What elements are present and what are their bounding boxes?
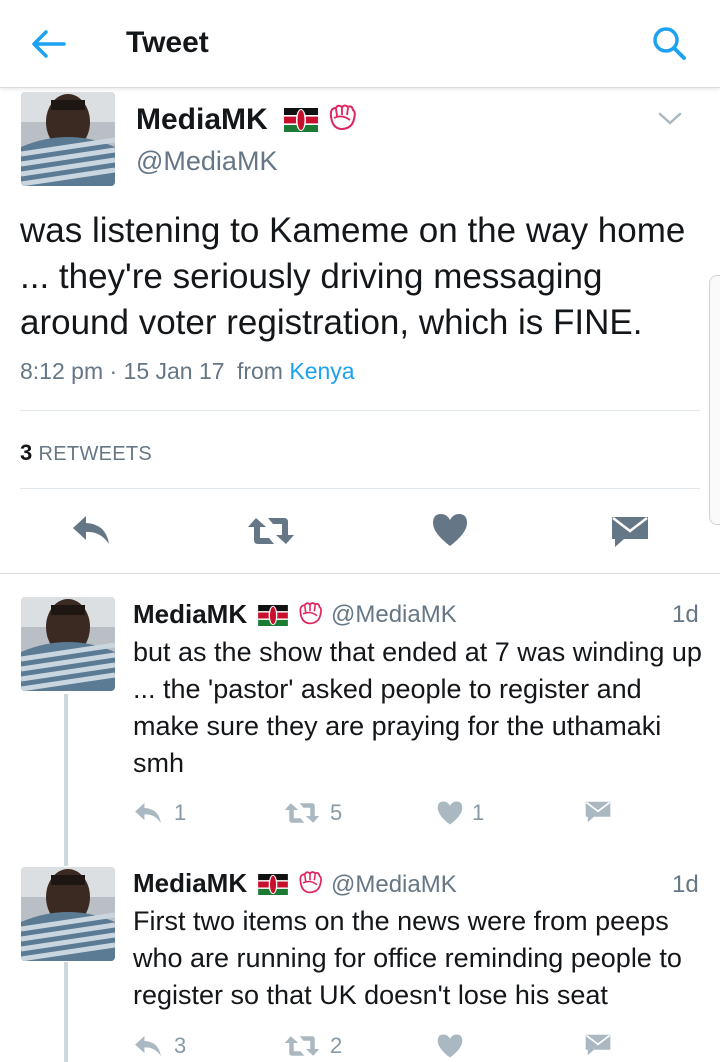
retweets-summary[interactable]: 3 RETWEETS: [20, 440, 152, 466]
reply-button[interactable]: [133, 800, 163, 831]
emoji-group: [258, 869, 323, 902]
search-icon: [653, 27, 686, 60]
retweet-button[interactable]: [247, 514, 295, 553]
reply-icon: [135, 1036, 161, 1056]
reply-handle[interactable]: @MediaMK: [331, 871, 457, 899]
like-count: 1: [472, 800, 485, 825]
tweet-options-button[interactable]: [656, 108, 684, 128]
heart-icon: [433, 514, 467, 546]
retweet-icon: [284, 803, 320, 823]
retweet-button[interactable]: [284, 800, 320, 831]
reply-count: 1: [174, 800, 187, 825]
search-button[interactable]: [648, 22, 692, 66]
reply-display-name[interactable]: MediaMK: [133, 599, 324, 633]
like-button[interactable]: [431, 512, 469, 553]
chevron-down-icon: [658, 112, 682, 125]
page-title: Tweet: [126, 26, 209, 59]
raised-fist-icon: [299, 601, 322, 624]
arrow-left-icon: [32, 30, 66, 58]
tweet-location-link[interactable]: Kenya: [289, 358, 354, 384]
direct-message-button[interactable]: [611, 515, 649, 554]
reply-text: First two items on the news were from pe…: [133, 906, 682, 1010]
heart-icon: [437, 801, 463, 825]
divider: [20, 488, 700, 489]
reply-text: but as the show that ended at 7 was wind…: [133, 637, 702, 778]
back-button[interactable]: [28, 26, 70, 62]
retweet-icon: [248, 518, 294, 544]
reply-icon: [135, 803, 161, 823]
raised-fist-icon: [299, 870, 322, 893]
avatar[interactable]: [21, 597, 115, 691]
avatar[interactable]: [21, 92, 115, 186]
reply-timestamp: 1d: [672, 871, 699, 898]
retweet-count: 5: [330, 800, 343, 825]
reply-timestamp: 1d: [672, 601, 699, 628]
reply-icon: [73, 516, 109, 544]
thread-line: [64, 694, 68, 866]
retweet-icon: [284, 1036, 320, 1056]
reply-handle[interactable]: @MediaMK: [331, 601, 457, 629]
reply-count: 3: [174, 1033, 187, 1058]
tweet-meta: 8:12 pm · 15 Jan 17 from Kenya: [20, 358, 355, 385]
tweet-timestamp: 8:12 pm · 15 Jan 17: [20, 358, 225, 384]
retweets-count: 3: [20, 440, 33, 465]
retweets-label: RETWEETS: [38, 443, 153, 465]
main-tweet-handle[interactable]: @MediaMK: [136, 146, 277, 177]
like-button[interactable]: [436, 800, 464, 831]
kenya-flag-icon: [258, 604, 289, 626]
top-bar: Tweet: [0, 0, 720, 88]
raised-fist-icon: [330, 104, 357, 131]
reply-button[interactable]: [70, 512, 112, 553]
like-button[interactable]: [436, 1033, 464, 1062]
direct-message-button[interactable]: [585, 800, 611, 829]
reply-button[interactable]: [133, 1033, 163, 1062]
reply-display-name[interactable]: MediaMK: [133, 868, 324, 902]
envelope-icon: [585, 801, 611, 823]
divider: [20, 410, 700, 411]
kenya-flag-icon: [258, 873, 289, 895]
kenya-flag-icon: [284, 108, 319, 132]
scroll-handle[interactable]: [709, 275, 720, 525]
from-label: from: [236, 358, 283, 384]
heart-icon: [437, 1034, 463, 1058]
main-tweet-display-name[interactable]: MediaMK: [136, 102, 358, 140]
emoji-group: [284, 102, 358, 140]
divider: [0, 573, 720, 574]
avatar[interactable]: [21, 867, 115, 961]
retweet-button[interactable]: [284, 1033, 320, 1062]
thread-line: [64, 962, 68, 1062]
envelope-icon: [612, 517, 648, 547]
main-tweet-text: was listening to Kameme on the way home …: [20, 211, 686, 342]
direct-message-button[interactable]: [585, 1033, 611, 1062]
retweet-count: 2: [330, 1033, 343, 1058]
emoji-group: [258, 600, 323, 633]
envelope-icon: [585, 1034, 611, 1056]
